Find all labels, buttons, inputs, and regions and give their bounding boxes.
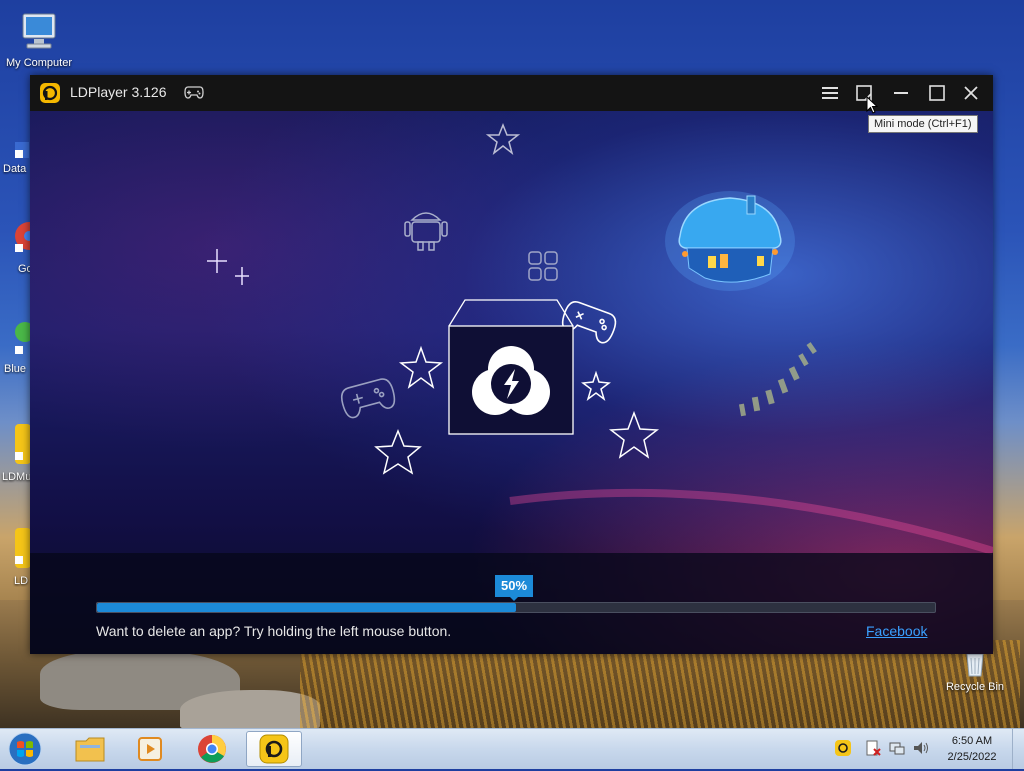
desktop-icon-label: LDMu [2,471,32,483]
minimize-icon [894,92,908,94]
ldplayer-logo-icon [40,83,60,103]
media-player-icon [138,737,162,761]
computer-icon [22,13,56,49]
volume-icon[interactable] [912,739,930,757]
swoosh [509,488,993,555]
desktop-icon-ldplayer[interactable]: LD [0,528,32,587]
desktop-icon-label: Data [3,163,27,175]
hamburger-menu-icon [822,87,838,99]
ldplayer-icon [15,424,31,464]
loading-tip: Want to delete an app? Try holding the l… [96,623,452,639]
gamepad-icon [340,378,396,419]
progress-percent-badge: 50% [495,575,533,601]
close-icon [964,86,978,100]
desktop-icon-data[interactable]: Data [0,140,32,175]
progress-bar [96,602,936,613]
fence-posts [738,342,817,417]
action-center-icon[interactable] [864,739,882,757]
clock-date: 2/25/2022 [947,751,997,763]
splash-screen: 50% Want to delete an app? Try holding t… [30,111,993,654]
bluestacks-icon [15,322,32,354]
wallpaper-rock [180,690,320,728]
taskbar-clock[interactable]: 6:50 AM 2/25/2022 [940,733,1004,765]
android-icon [404,212,448,251]
network-icon[interactable] [888,739,906,757]
taskbar-chrome[interactable] [184,731,240,767]
desktop-icon-bluestacks[interactable]: Blue [0,320,32,375]
desktop-icon-chrome[interactable]: Go Ch [0,220,32,275]
start-button[interactable] [5,731,45,767]
desktop-icon-label: Recycle Bin [945,681,1005,693]
mouse-cursor-icon [866,96,878,114]
sparkle-icon [207,249,249,285]
maximize-button[interactable] [925,81,949,105]
chrome-icon [15,222,32,252]
window-title: LDPlayer 3.126 [70,84,167,100]
taskbar-media-player[interactable] [122,731,178,767]
shortcut-icon [15,142,29,158]
star-icon [398,345,444,389]
house-icon [665,191,795,291]
chrome-icon [198,735,226,763]
desktop-icon-ldmultiplayer[interactable]: LDMu [0,424,32,483]
star-icon [485,122,521,155]
taskbar-explorer[interactable] [62,731,118,767]
windows-start-icon [8,732,42,766]
taskbar: 6:50 AM 2/25/2022 [0,728,1024,769]
star-icon [374,428,422,475]
folder-icon [75,737,105,762]
star-icon [608,410,660,459]
apps-grid-icon [528,251,558,281]
desktop-icon-my-computer[interactable]: My Computer [2,10,76,69]
progress-bar-fill [97,603,516,612]
desktop-icon-label: Go Ch [18,263,32,275]
minimize-button[interactable] [889,81,913,105]
star-icon [581,370,611,401]
close-button[interactable] [959,81,983,105]
ldplayer-icon [15,528,31,568]
desktop-icon-label: Blue [4,363,27,375]
maximize-icon [929,85,945,101]
mini-mode-tooltip: Mini mode (Ctrl+F1) [868,115,978,133]
menu-button[interactable] [818,81,842,105]
clock-time: 6:50 AM [951,735,993,747]
desktop-icon-recycle-bin[interactable]: Recycle Bin [942,652,1008,693]
desktop-icon-label: My Computer [5,57,73,69]
ldplayer-tray-icon[interactable] [834,739,852,757]
recycle-bin-icon [966,653,984,677]
window-titlebar[interactable]: LDPlayer 3.126 [30,75,993,111]
desktop-icon-label: LD [14,575,29,587]
gamepad-icon[interactable] [184,84,204,100]
show-desktop-button[interactable] [1012,729,1024,769]
loading-bar-area: 50% Want to delete an app? Try holding t… [30,553,993,654]
ldplayer-window: LDPlayer 3.126 50% Want to delete an app… [30,75,993,654]
taskbar-ldplayer[interactable] [246,731,302,767]
ldplayer-icon [259,734,289,764]
facebook-link[interactable]: Facebook [866,623,927,639]
